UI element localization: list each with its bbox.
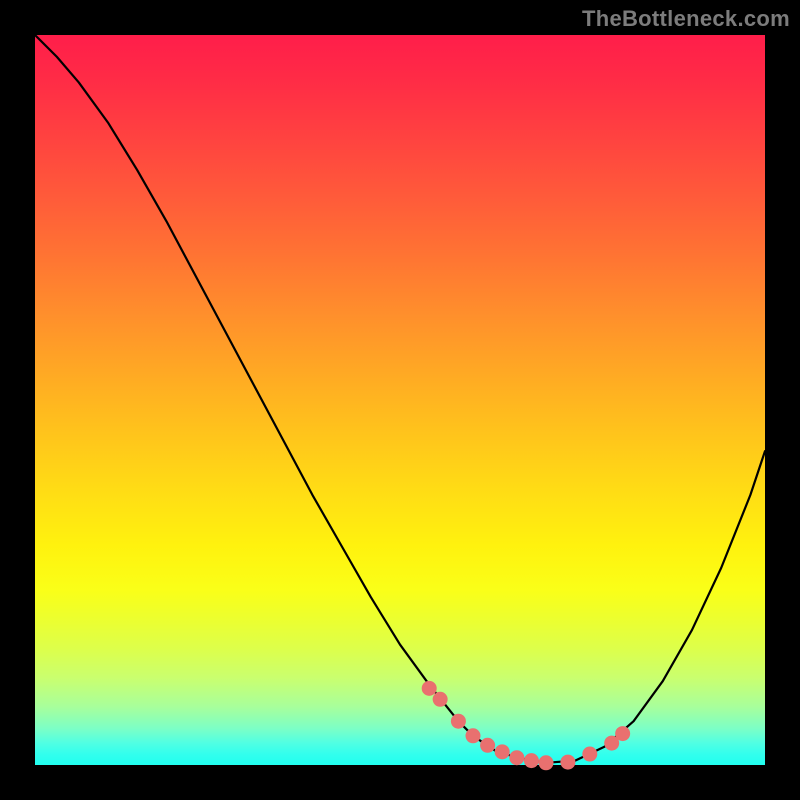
chart-svg bbox=[35, 35, 765, 765]
marker-point bbox=[495, 744, 510, 759]
chart-frame bbox=[35, 35, 765, 765]
marker-point bbox=[451, 714, 466, 729]
marker-point bbox=[560, 755, 575, 770]
marker-point bbox=[433, 692, 448, 707]
marker-point bbox=[539, 755, 554, 770]
watermark-text: TheBottleneck.com bbox=[582, 6, 790, 32]
marker-point bbox=[422, 681, 437, 696]
marker-point bbox=[509, 750, 524, 765]
marker-point bbox=[582, 747, 597, 762]
marker-point bbox=[615, 726, 630, 741]
bottleneck-curve bbox=[35, 35, 765, 763]
marker-point bbox=[480, 738, 495, 753]
marker-point bbox=[524, 753, 539, 768]
marker-group bbox=[422, 681, 630, 770]
marker-point bbox=[466, 728, 481, 743]
